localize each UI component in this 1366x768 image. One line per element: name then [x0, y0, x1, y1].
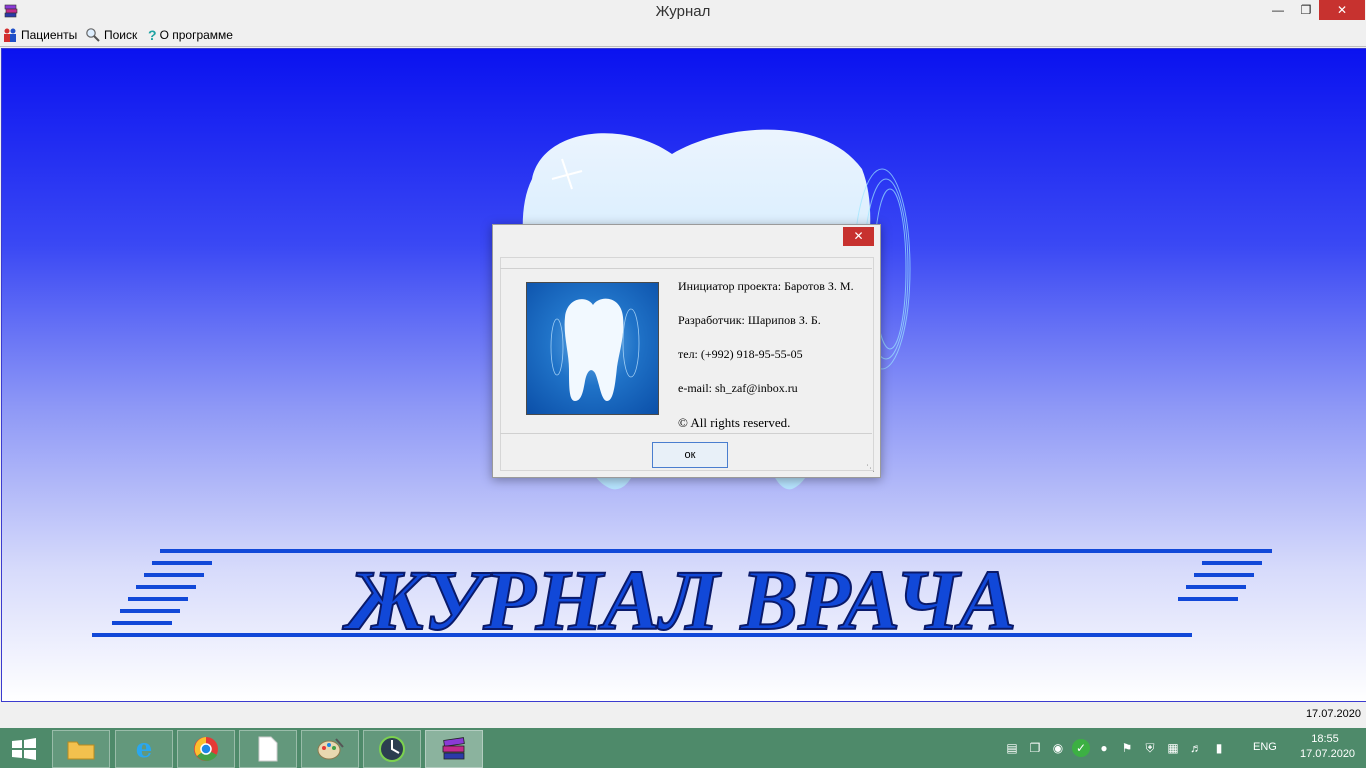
green-circle-app-icon: [379, 736, 405, 762]
tooth-icon: [550, 298, 640, 401]
status-bar: 17.07.2020: [0, 702, 1366, 726]
taskbar-ie[interactable]: e: [115, 730, 173, 768]
resize-grip-icon[interactable]: ⋱: [866, 463, 876, 473]
internet-explorer-icon: e: [135, 734, 153, 764]
ok-button[interactable]: ок: [652, 442, 728, 468]
minimize-button[interactable]: —: [1264, 0, 1292, 20]
copyright-text: © All rights reserved.: [678, 415, 791, 430]
tray-volume-icon[interactable]: ♬: [1187, 739, 1205, 757]
status-date: 17.07.2020: [1305, 708, 1361, 720]
menu-search[interactable]: Поиск: [85, 27, 137, 43]
tray-battery-icon[interactable]: ▮: [1210, 739, 1228, 757]
menu-bar: Пациенты Поиск ? О программе: [0, 24, 1366, 47]
taskbar: e ▤ ❐ ◉ ✓ ● ⚑ ⛨ ▦ ♬ ▮ ENG 18:55 17.07.20…: [0, 728, 1366, 768]
folder-icon: [67, 741, 95, 760]
divider: [500, 268, 872, 269]
divider: [500, 433, 872, 434]
books-icon: [442, 737, 465, 760]
tray-network-globe-icon[interactable]: ●: [1095, 739, 1113, 757]
restore-button[interactable]: ❐: [1292, 0, 1320, 20]
palette-icon: [317, 738, 344, 760]
menu-about-label: О программе: [159, 28, 233, 42]
clock-date: 17.07.2020: [1300, 748, 1356, 760]
taskbar-document[interactable]: [239, 730, 297, 768]
menu-about[interactable]: ? О программе: [148, 27, 233, 43]
windows-start-icon[interactable]: [10, 737, 38, 761]
document-icon: [258, 736, 278, 762]
menu-patients[interactable]: Пациенты: [2, 27, 77, 43]
input-language[interactable]: ENG: [1253, 741, 1277, 753]
taskbar-app-green[interactable]: [363, 730, 421, 768]
help-icon: ?: [148, 27, 157, 43]
menu-patients-label: Пациенты: [21, 28, 78, 42]
close-button[interactable]: ✕: [1319, 0, 1365, 20]
clock-time: 18:55: [1311, 733, 1339, 745]
taskbar-chrome[interactable]: [177, 730, 235, 768]
taskbar-clock[interactable]: 18:55 17.07.2020: [1300, 732, 1356, 762]
phone-text: тел: (+992) 918-95-55-05: [678, 347, 803, 361]
logo-text: ЖУРНАЛ ВРАЧА: [342, 552, 1016, 648]
users-icon: [4, 28, 16, 42]
about-dialog: ✕ Инициатор проекта: Баротов З. М. Разра…: [492, 224, 881, 478]
tray-signal-icon[interactable]: ▦: [1164, 739, 1182, 757]
menu-search-label: Поиск: [104, 28, 138, 42]
tray-check-icon[interactable]: ✓: [1072, 739, 1090, 757]
developer-text: Разработчик: Шарипов З. Б.: [678, 313, 821, 327]
system-tray: ▤ ❐ ◉ ✓ ● ⚑ ⛨ ▦ ♬ ▮: [1003, 739, 1228, 757]
tooth-image: [526, 282, 659, 415]
taskbar-explorer[interactable]: [52, 730, 110, 768]
email-text: e-mail: sh_zaf@inbox.ru: [678, 381, 798, 395]
tray-app-icon[interactable]: ▤: [1003, 739, 1021, 757]
dialog-close-button[interactable]: ✕: [843, 227, 874, 246]
title-bar: Журнал — ❐ ✕: [0, 0, 1366, 24]
chrome-icon: [194, 737, 218, 761]
taskbar-journal-app[interactable]: [425, 730, 483, 768]
tray-security-icon[interactable]: ⛨: [1141, 739, 1159, 757]
taskbar-paint[interactable]: [301, 730, 359, 768]
window-title: Журнал: [655, 3, 711, 20]
initiator-text: Инициатор проекта: Баротов З. М.: [678, 279, 854, 293]
tray-globe-icon[interactable]: ◉: [1049, 739, 1067, 757]
app-logo: ЖУРНАЛ ВРАЧА: [92, 549, 1272, 649]
magnifier-icon: [86, 28, 100, 42]
tray-windows-icon[interactable]: ❐: [1026, 739, 1044, 757]
tray-flag-icon[interactable]: ⚑: [1118, 739, 1136, 757]
